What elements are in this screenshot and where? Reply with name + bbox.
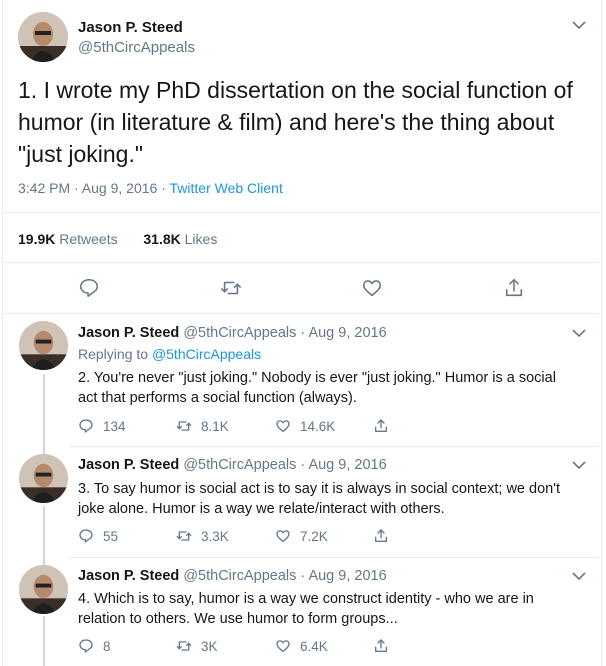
share-button[interactable] — [373, 636, 398, 656]
reply-button[interactable]: 55 — [78, 526, 118, 546]
chevron-down-icon[interactable] — [572, 328, 586, 338]
chevron-down-icon[interactable] — [572, 571, 586, 581]
retweet-label[interactable]: Retweets — [59, 231, 117, 247]
author-handle[interactable]: @5thCircAppeals — [78, 39, 195, 56]
timestamp-text: 3:42 PM · Aug 9, 2016 · — [18, 180, 170, 196]
retweet-icon — [176, 641, 192, 651]
like-button[interactable]: 14.6K — [275, 416, 335, 436]
tweet-stats: 19.9K Retweets 31.8K Likes — [18, 231, 217, 247]
avatar[interactable] — [18, 12, 68, 62]
like-icon — [276, 640, 290, 652]
retweet-button[interactable]: 8.1K — [176, 416, 229, 436]
retweet-count: 3.3K — [201, 528, 229, 544]
avatar-image — [18, 12, 68, 62]
thread-connector — [43, 374, 45, 454]
share-icon[interactable] — [503, 277, 525, 299]
retweet-icon — [176, 421, 192, 431]
like-button[interactable]: 7.2K — [275, 526, 328, 546]
author-name[interactable]: Jason P. Steed — [78, 568, 179, 584]
reply-count: 55 — [103, 528, 119, 544]
like-count: 7.2K — [300, 528, 328, 544]
retweet-count: 3K — [201, 638, 218, 654]
like-count: 14.6K — [300, 418, 336, 434]
divider — [3, 313, 599, 314]
retweet-icon — [176, 531, 192, 541]
reply-icon — [79, 419, 93, 433]
reply-icon — [79, 639, 93, 653]
like-label[interactable]: Likes — [185, 231, 218, 247]
share-icon — [375, 529, 387, 542]
like-icon — [276, 420, 290, 432]
reply-count: 134 — [103, 418, 126, 434]
replying-prefix: Replying to — [78, 346, 152, 362]
reply-text: 2. You're never "just joking." Nobody is… — [78, 370, 556, 406]
author-name[interactable]: Jason P. Steed — [78, 19, 183, 36]
author-meta[interactable]: @5thCircAppeals · Aug 9, 2016 — [183, 568, 386, 584]
avatar[interactable] — [19, 565, 68, 614]
thread-connector — [43, 616, 45, 666]
share-button[interactable] — [373, 526, 398, 546]
retweet-count[interactable]: 19.9K — [18, 231, 55, 247]
avatar[interactable] — [19, 321, 68, 370]
like-count[interactable]: 31.8K — [143, 231, 180, 247]
avatar[interactable] — [19, 454, 68, 503]
reply-count: 8 — [103, 638, 111, 654]
share-button[interactable] — [373, 416, 398, 436]
reply-text: 4. Which is to say, humor is a way we co… — [78, 591, 534, 627]
author-meta[interactable]: @5thCircAppeals · Aug 9, 2016 — [183, 325, 386, 341]
tweet-timestamp: 3:42 PM · Aug 9, 2016 · Twitter Web Clie… — [18, 180, 283, 196]
retweet-button[interactable]: 3K — [176, 636, 218, 656]
divider — [3, 212, 599, 213]
avatar-image — [19, 454, 68, 503]
share-icon — [375, 419, 387, 432]
avatar-image — [19, 321, 68, 370]
reply-header: Jason P. Steed @5thCircAppeals · Aug 9, … — [78, 568, 387, 584]
chevron-down-icon[interactable] — [572, 20, 586, 30]
author-meta[interactable]: @5thCircAppeals · Aug 9, 2016 — [183, 457, 386, 473]
tweet-text: 1. I wrote my PhD dissertation on the so… — [18, 77, 573, 167]
divider — [69, 557, 599, 558]
reply-header: Jason P. Steed @5thCircAppeals · Aug 9, … — [78, 325, 387, 341]
thread-connector — [43, 506, 45, 566]
avatar-image — [19, 565, 68, 614]
retweet-count: 8.1K — [201, 418, 229, 434]
author-name[interactable]: Jason P. Steed — [78, 457, 179, 473]
reply-button[interactable]: 134 — [78, 416, 126, 436]
reply-button[interactable]: 8 — [78, 636, 111, 656]
retweet-button[interactable]: 3.3K — [176, 526, 229, 546]
divider — [3, 262, 599, 263]
replying-to-link[interactable]: @5thCircAppeals — [152, 346, 261, 362]
like-count: 6.4K — [300, 638, 328, 654]
like-icon — [276, 530, 290, 542]
retweet-icon[interactable] — [220, 277, 242, 299]
like-icon[interactable] — [361, 277, 383, 299]
share-icon — [375, 639, 387, 652]
divider — [69, 446, 599, 447]
chevron-down-icon[interactable] — [572, 460, 586, 470]
reply-icon[interactable] — [78, 277, 100, 299]
client-link[interactable]: Twitter Web Client — [170, 180, 283, 196]
like-button[interactable]: 6.4K — [275, 636, 328, 656]
reply-header: Jason P. Steed @5thCircAppeals · Aug 9, … — [78, 457, 387, 473]
author-name[interactable]: Jason P. Steed — [78, 325, 179, 341]
reply-text: 3. To say humor is social act is to say … — [78, 481, 561, 517]
reply-icon — [79, 529, 93, 543]
replying-to: Replying to @5thCircAppeals — [78, 346, 261, 362]
